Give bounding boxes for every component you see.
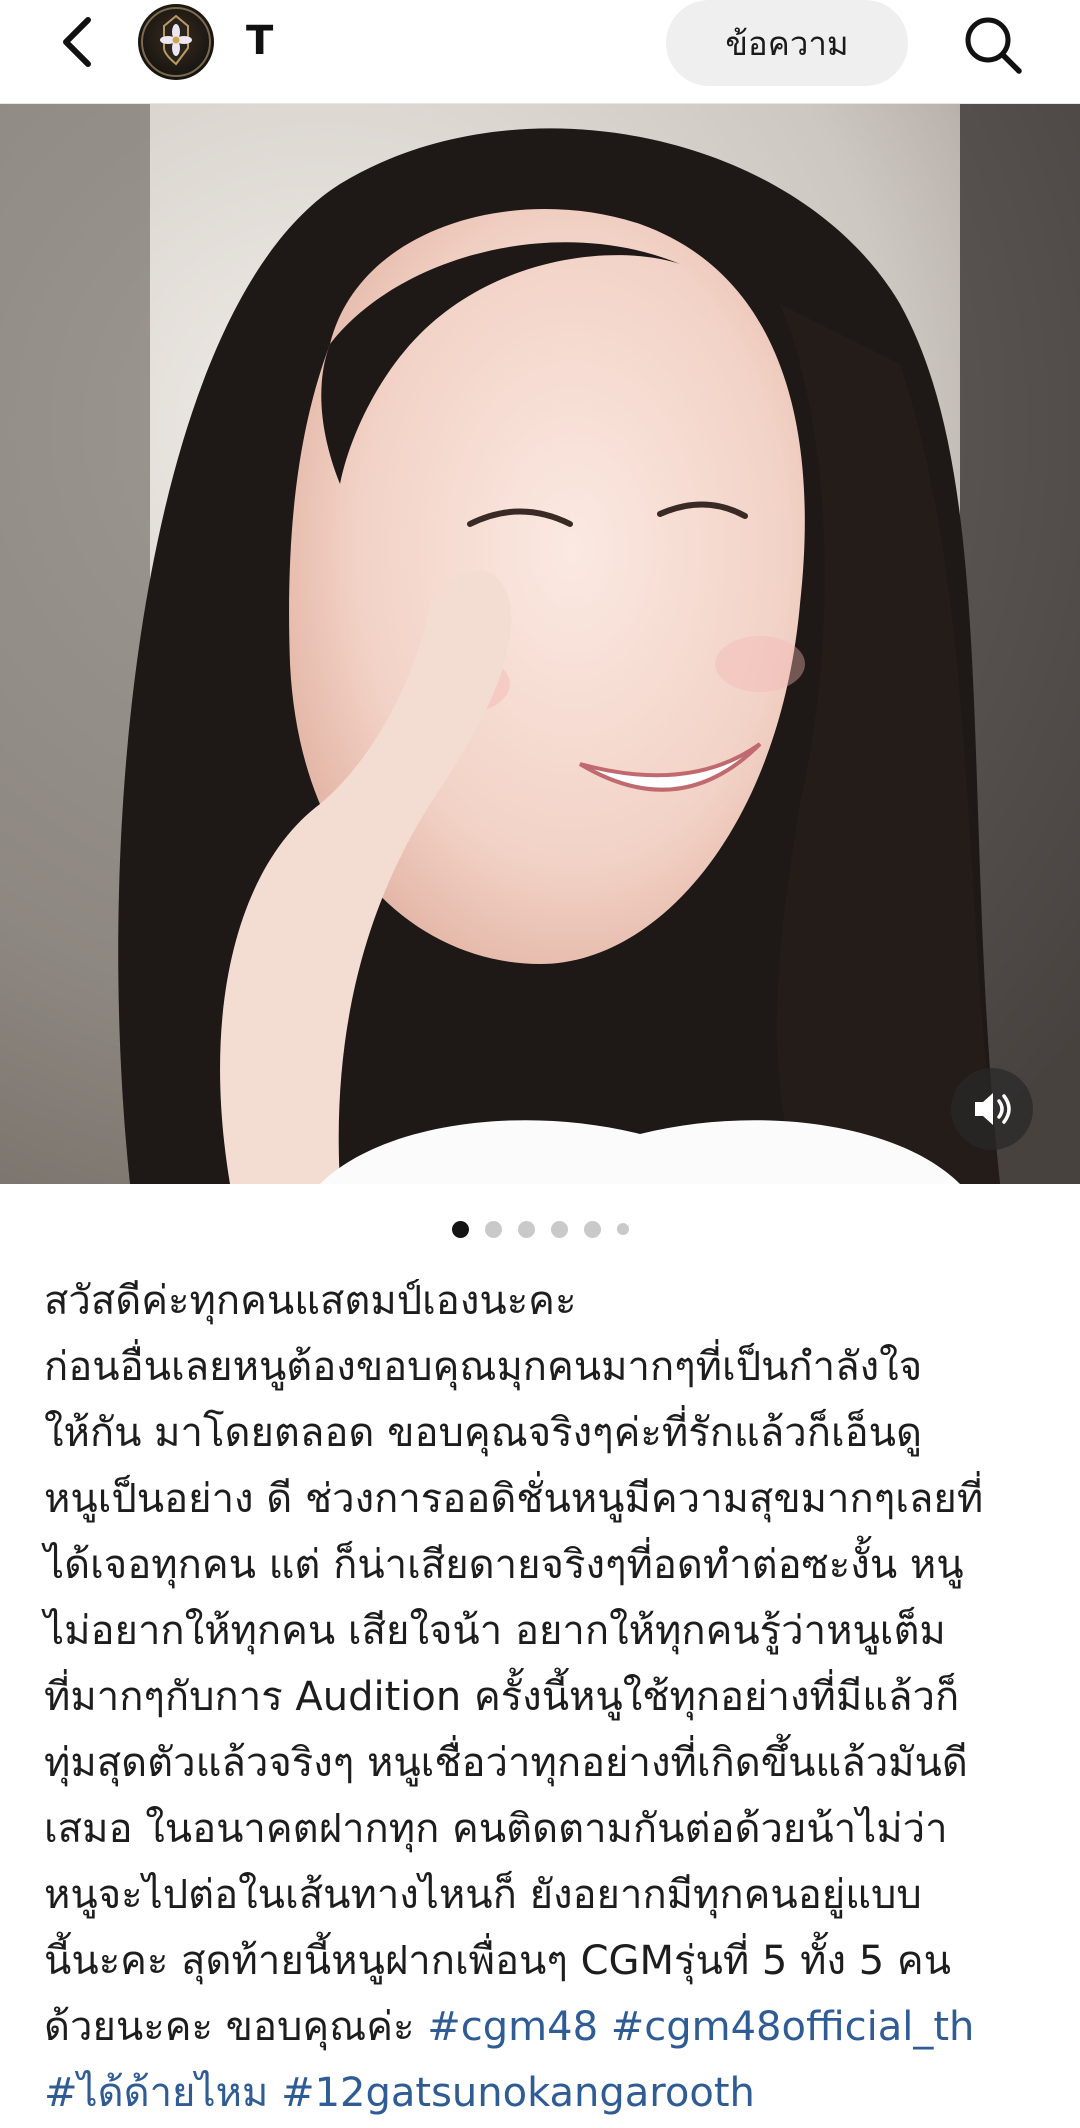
carousel-dot — [616, 1223, 629, 1235]
caption-line: ทุ่มสุดตัวแล้วจริงๆ หนูเชื่อว่าทุกอย่างท… — [44, 1740, 968, 1786]
caption-line: ให้กัน มาโดยตลอด ขอบคุณจริงๆค่ะที่รักแล้… — [44, 1410, 922, 1456]
carousel-dot — [583, 1220, 601, 1238]
hashtag-link[interactable]: #cgm48official_th — [611, 2004, 975, 2050]
carousel-dot — [484, 1220, 502, 1238]
top-bar: T ข้อความ — [0, 0, 1080, 104]
carousel-dot — [550, 1220, 568, 1238]
back-button[interactable] — [48, 12, 108, 72]
hashtag-link[interactable]: #12gatsunokangarooth — [281, 2070, 755, 2116]
caption-line: นี้นะคะ สุดท้ายนี้หนูฝากเพื่อนๆ CGMรุ่นท… — [44, 1938, 951, 1984]
post-photo — [0, 104, 1080, 1184]
caption-line: หนูจะไปต่อในเส้นทางไหนก็ ยังอยากมีทุกคนอ… — [44, 1872, 922, 1918]
avatar[interactable] — [138, 4, 214, 80]
caption-line: ไม่อยากให้ทุกคน เสียใจน้า อยากให้ทุกคนรู… — [44, 1608, 946, 1654]
caption-line: #ได้ด้ายไหม #12gatsunokangarooth — [44, 2060, 1044, 2126]
post-caption: สวัสดีค่ะทุกคนแสตมป์เองนะคะก่อนอื่นเลยหน… — [44, 1268, 1044, 2126]
post-media[interactable] — [0, 104, 1080, 1184]
flower-emblem-icon — [141, 7, 211, 77]
search-icon — [965, 17, 1022, 74]
chevron-left-icon — [63, 17, 91, 67]
hashtag-link[interactable]: #cgm48 — [427, 2004, 598, 2050]
message-button[interactable]: ข้อความ — [666, 0, 908, 86]
caption-line: สวัสดีค่ะทุกคนแสตมป์เองนะคะ — [44, 1278, 577, 1324]
carousel-indicator — [0, 1218, 1080, 1240]
caption-closing-text: ด้วยนะคะ ขอบคุณค่ะ — [44, 2004, 415, 2050]
speaker-volume-icon — [975, 1093, 1011, 1125]
caption-line: เสมอ ในอนาคตฝากทุก คนติดตามกันต่อด้วยน้า… — [44, 1806, 948, 1852]
caption-line: ได้เจอทุกคน แต่ ก็น่าเสียดายจริงๆที่อดทำ… — [44, 1542, 964, 1588]
caption-line: ที่มากๆกับการ Audition ครั้งนี้หนูใช้ทุก… — [44, 1674, 960, 1720]
search-button[interactable] — [958, 10, 1028, 80]
caption-line: ก่อนอื่นเลยหนูต้องขอบคุณมุกคนมากๆที่เป็น… — [44, 1344, 923, 1390]
caption-line: ด้วยนะคะ ขอบคุณค่ะ #cgm48 #cgm48official… — [44, 1994, 1044, 2060]
account-name[interactable]: T — [246, 18, 273, 64]
caption-line: หนูเป็นอย่าง ดี ช่วงการออดิชั่นหนูมีความ… — [44, 1476, 984, 1522]
hashtag-link[interactable]: #ได้ด้ายไหม — [44, 2070, 268, 2116]
mute-toggle-button[interactable] — [951, 1068, 1033, 1150]
carousel-dot — [451, 1220, 469, 1238]
carousel-dot — [517, 1220, 535, 1238]
